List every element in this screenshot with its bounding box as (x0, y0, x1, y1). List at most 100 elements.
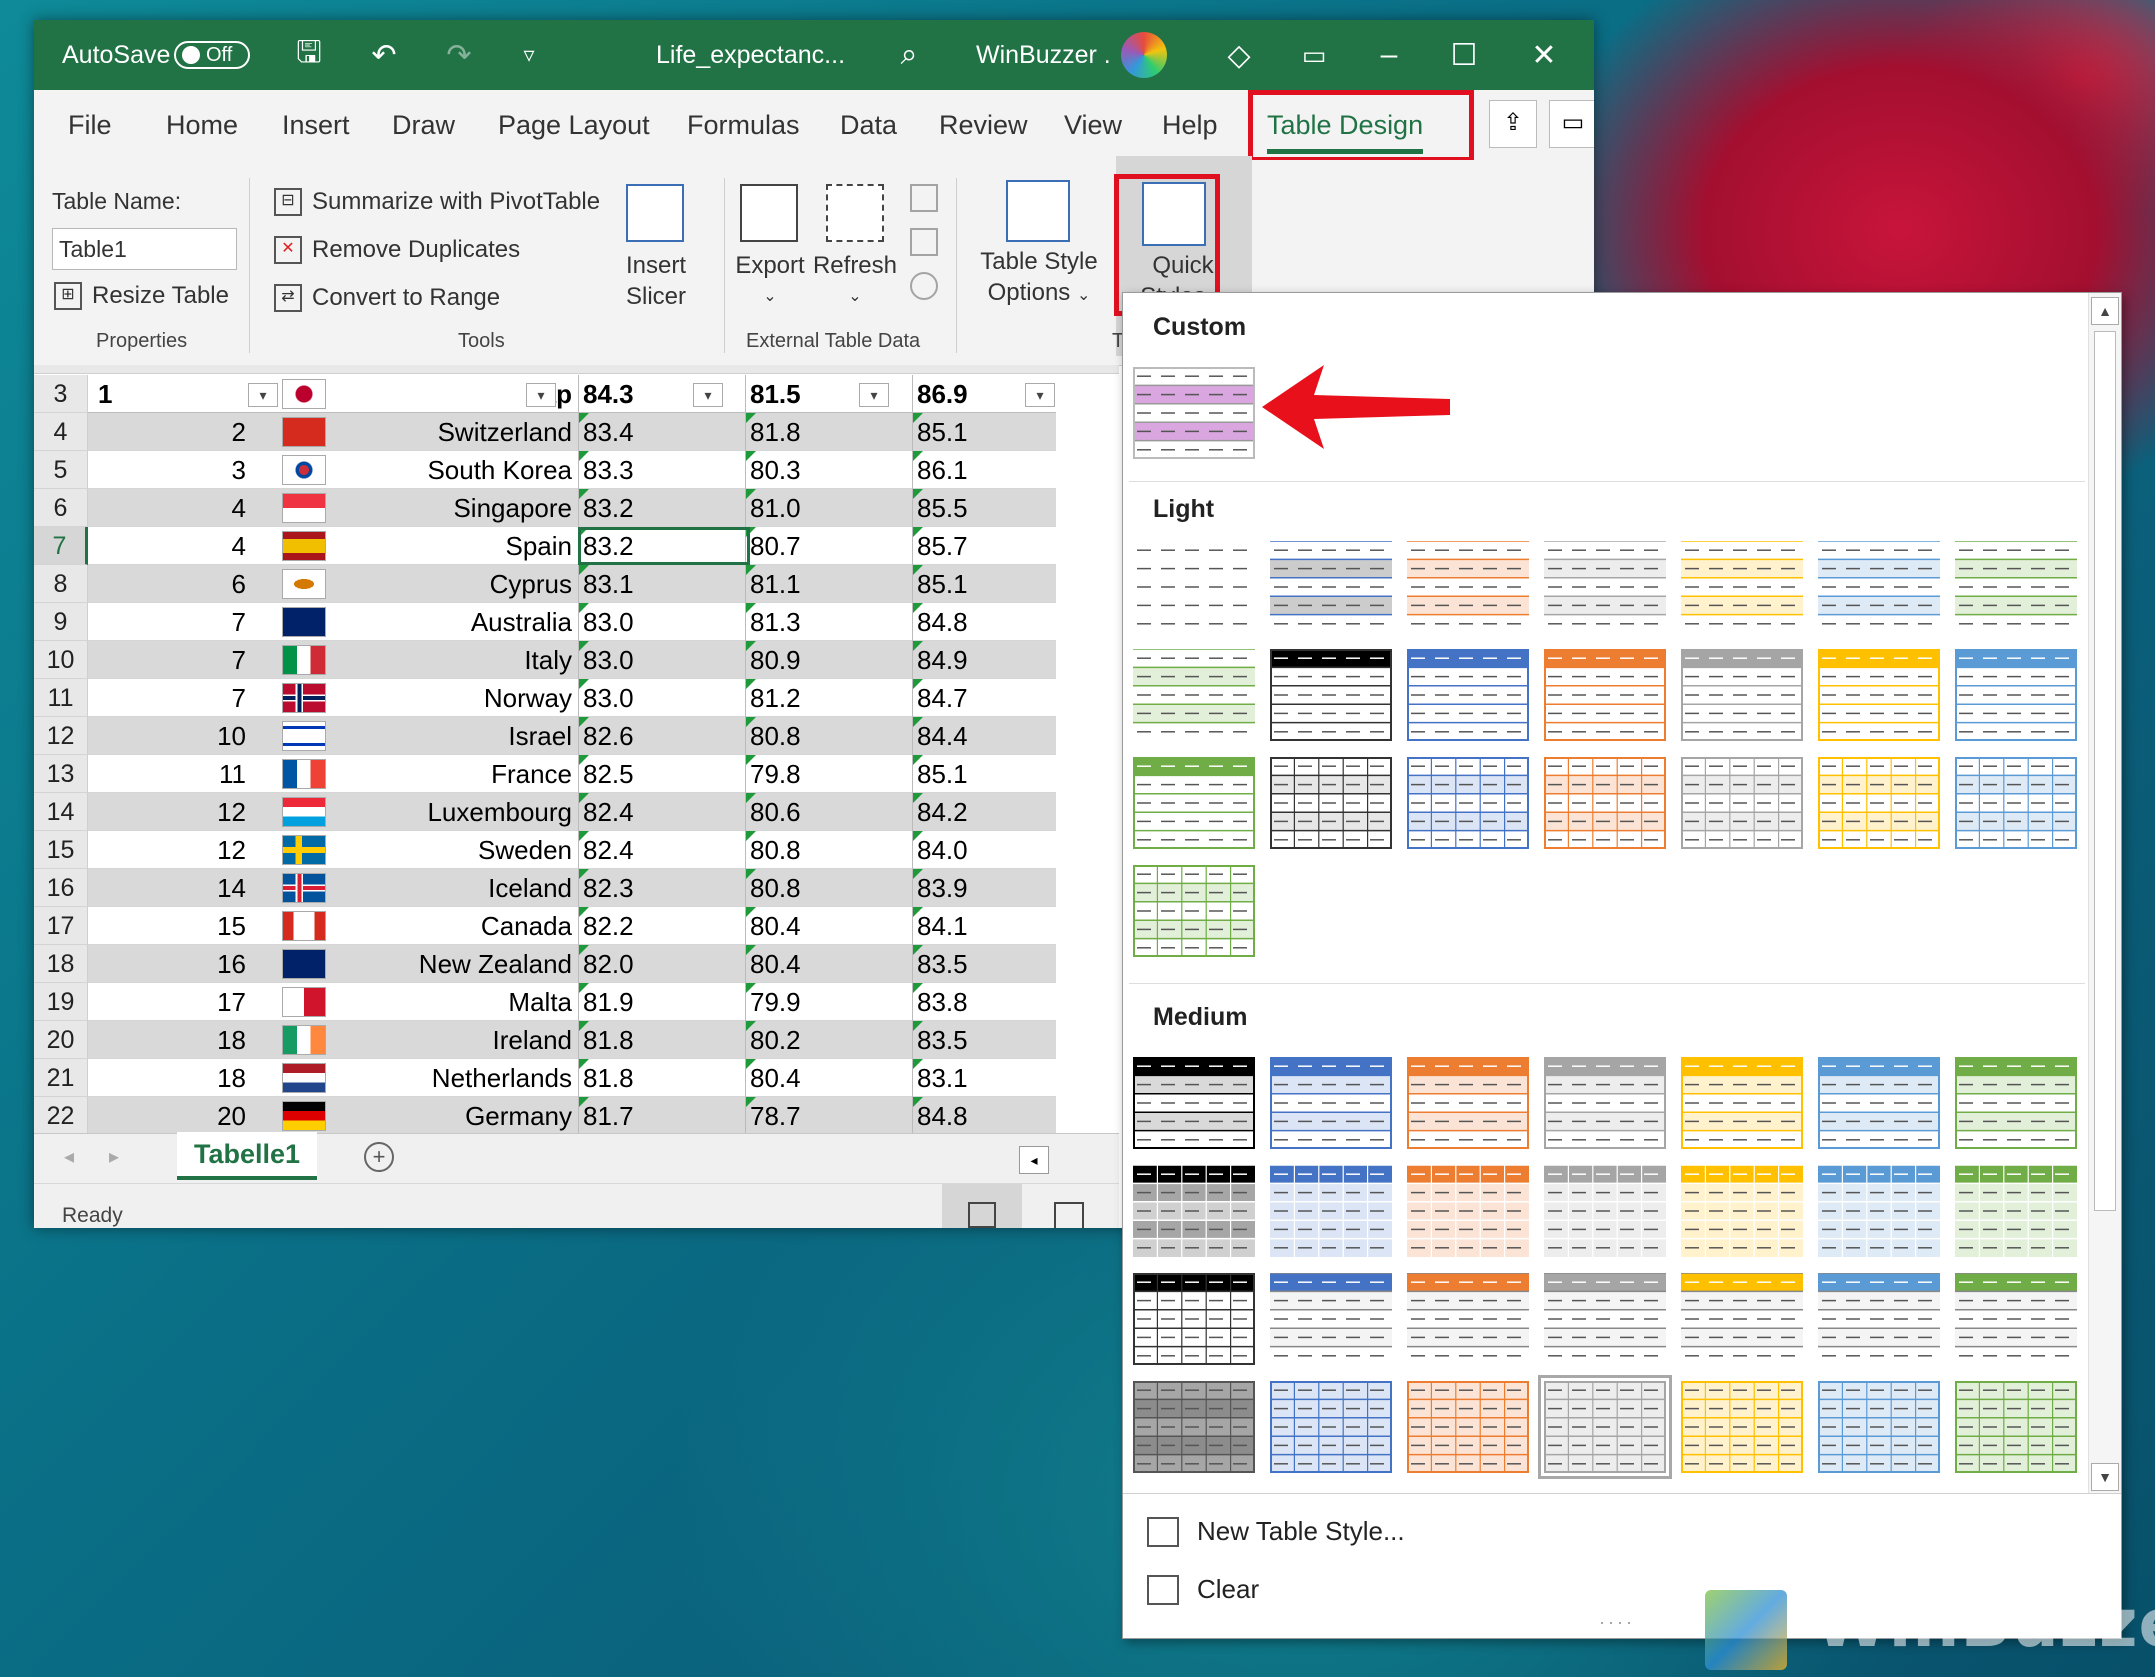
value-cell[interactable]: 82.6 (578, 717, 748, 755)
value-cell[interactable]: 84.9 (912, 641, 1082, 679)
value-cell[interactable]: 82.4 (578, 831, 748, 869)
table-style-medium-3[interactable] (1407, 1056, 1529, 1149)
row-header[interactable]: 12 (34, 717, 88, 755)
rank-cell[interactable]: 10 (94, 717, 246, 755)
table-style-light-7[interactable] (1955, 540, 2077, 633)
sheet-tab-tabelle1[interactable]: Tabelle1 (177, 1132, 317, 1180)
table-style-medium-4[interactable] (1544, 1056, 1666, 1149)
rank-cell[interactable]: 15 (94, 907, 246, 945)
value-cell[interactable]: 83.0 (578, 641, 748, 679)
value-cell[interactable]: 83.4 (578, 413, 748, 451)
table-style-medium-8[interactable] (1133, 1164, 1255, 1257)
tab-page-layout[interactable]: Page Layout (498, 90, 650, 160)
tab-home[interactable]: Home (166, 90, 238, 160)
value-cell[interactable]: 81.7 (578, 1097, 748, 1135)
scroll-up-icon[interactable]: ▲ (2091, 297, 2119, 325)
rank-cell[interactable]: 1 (98, 375, 250, 413)
row-header[interactable]: 10 (34, 641, 88, 679)
table-style-medium-13[interactable] (1818, 1164, 1940, 1257)
value-cell[interactable]: 84.2 (912, 793, 1082, 831)
scroll-left-icon[interactable]: ◂ (64, 1144, 74, 1169)
table-name-input[interactable]: Table1 (52, 228, 237, 270)
table-style-medium-18[interactable] (1544, 1272, 1666, 1365)
rank-cell[interactable]: 11 (94, 755, 246, 793)
value-cell[interactable]: 81.8 (578, 1021, 748, 1059)
value-cell[interactable]: 83.3 (578, 451, 748, 489)
scrollbar-thumb[interactable] (2094, 331, 2116, 1211)
filter-dropdown-icon[interactable]: ▾ (1025, 383, 1055, 407)
properties-icon[interactable] (910, 184, 938, 212)
table-style-medium-10[interactable] (1407, 1164, 1529, 1257)
filter-dropdown-icon[interactable]: ▾ (526, 383, 556, 407)
minimize-icon[interactable]: – (1364, 20, 1414, 90)
comments-icon[interactable]: ▭ (1549, 100, 1594, 148)
rank-cell[interactable]: 18 (94, 1059, 246, 1097)
row-header[interactable]: 13 (34, 755, 88, 793)
tab-review[interactable]: Review (939, 90, 1028, 160)
account-name[interactable]: WinBuzzer . (976, 20, 1111, 90)
value-cell[interactable]: 80.3 (745, 451, 915, 489)
unlink-icon[interactable] (910, 272, 938, 300)
table-style-medium-25[interactable] (1538, 1375, 1672, 1479)
row-header[interactable]: 17 (34, 907, 88, 945)
rank-cell[interactable]: 12 (94, 831, 246, 869)
summarize-pivot-button[interactable]: ⊟ Summarize with PivotTable (274, 188, 600, 216)
value-cell[interactable]: 84.8 (912, 1097, 1082, 1135)
tab-file[interactable]: File (68, 90, 112, 160)
table-style-options-button[interactable]: Table Style Options ⌄ (969, 246, 1109, 311)
value-cell[interactable]: 81.3 (745, 603, 915, 641)
row-header[interactable]: 15 (34, 831, 88, 869)
rank-cell[interactable]: 3 (94, 451, 246, 489)
close-icon[interactable]: ✕ (1519, 20, 1569, 90)
table-style-light-13[interactable] (1818, 648, 1940, 741)
gallery-scrollbar[interactable]: ▲ ▼ (2088, 293, 2121, 1493)
table-style-light-14[interactable] (1955, 648, 2077, 741)
add-sheet-icon[interactable]: + (364, 1142, 394, 1172)
value-cell[interactable]: 83.5 (912, 945, 1082, 983)
horizontal-scroll-left[interactable]: ◂ (1019, 1146, 1049, 1174)
rank-cell[interactable]: 17 (94, 983, 246, 1021)
rank-cell[interactable]: 7 (94, 641, 246, 679)
scroll-right-icon[interactable]: ▸ (109, 1144, 119, 1169)
avatar[interactable] (1119, 20, 1169, 90)
value-cell[interactable]: 83.0 (578, 603, 748, 641)
export-button[interactable]: Export ⌄ (724, 250, 816, 312)
table-style-custom-1[interactable] (1133, 366, 1255, 459)
row-header[interactable]: 14 (34, 793, 88, 831)
row-header[interactable]: 4 (34, 413, 88, 451)
value-cell[interactable]: 82.5 (578, 755, 748, 793)
value-cell[interactable]: 85.7 (912, 527, 1082, 565)
table-style-medium-19[interactable] (1681, 1272, 1803, 1365)
table-style-light-15[interactable] (1133, 756, 1255, 849)
value-cell[interactable]: 83.8 (912, 983, 1082, 1021)
row-header[interactable]: 20 (34, 1021, 88, 1059)
save-icon[interactable]: 🖫 (284, 20, 334, 90)
table-style-light-17[interactable] (1407, 756, 1529, 849)
filter-dropdown-icon[interactable]: ▾ (859, 383, 889, 407)
rank-cell[interactable]: 14 (94, 869, 246, 907)
tab-view[interactable]: View (1064, 90, 1122, 160)
value-cell[interactable]: 81.9 (578, 983, 748, 1021)
table-style-light-18[interactable] (1544, 756, 1666, 849)
table-style-medium-9[interactable] (1270, 1164, 1392, 1257)
table-style-medium-11[interactable] (1544, 1164, 1666, 1257)
tab-formulas[interactable]: Formulas (687, 90, 800, 160)
table-style-medium-17[interactable] (1407, 1272, 1529, 1365)
value-cell[interactable]: 81.0 (745, 489, 915, 527)
country-cell[interactable]: Malta (328, 983, 572, 1021)
table-style-light-21[interactable] (1955, 756, 2077, 849)
value-cell[interactable]: 84.8 (912, 603, 1082, 641)
country-cell[interactable]: Israel (328, 717, 572, 755)
row-header[interactable]: 7 (34, 527, 88, 565)
value-cell[interactable]: 78.7 (745, 1097, 915, 1135)
table-style-light-22[interactable] (1133, 864, 1255, 957)
country-cell[interactable]: Germany (328, 1097, 572, 1135)
table-style-medium-5[interactable] (1681, 1056, 1803, 1149)
rank-cell[interactable]: 7 (94, 679, 246, 717)
rank-cell[interactable]: 4 (94, 527, 246, 565)
value-cell[interactable]: 80.4 (745, 907, 915, 945)
value-cell[interactable]: 85.1 (912, 755, 1082, 793)
rank-cell[interactable]: 2 (94, 413, 246, 451)
value-cell[interactable]: 81.2 (745, 679, 915, 717)
table-style-light-20[interactable] (1818, 756, 1940, 849)
